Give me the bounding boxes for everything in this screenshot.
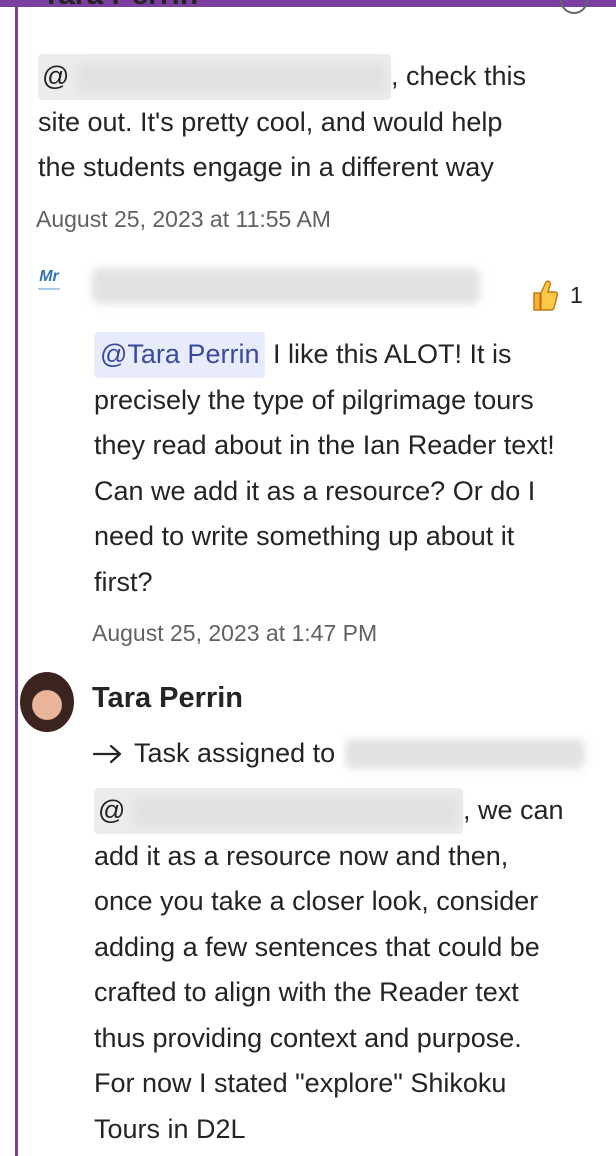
message-2-line-3: they read about in the Ian Reader text! <box>94 430 555 460</box>
redacted-author-name <box>92 268 480 304</box>
message-2-timestamp: August 25, 2023 at 1:47 PM <box>92 620 378 646</box>
message-2-line-6: first? <box>94 566 153 597</box>
redacted-assignee <box>345 738 586 769</box>
task-assignment: Task assigned to <box>92 738 586 769</box>
reaction-add-icon[interactable] <box>560 0 588 14</box>
mention-chip[interactable]: @ <box>94 788 463 834</box>
message-2-line-2: precisely the type of pilgrimage tours <box>94 384 534 415</box>
task-label: Task assigned to <box>134 738 336 768</box>
message-1-line-3: the students engage in a different way <box>38 152 494 182</box>
message-3-line-5: crafted to align with the Reader text <box>94 977 519 1007</box>
redacted-name <box>76 62 387 93</box>
message-2-line-5: need to write something up about it <box>94 521 515 551</box>
message-3-line-7: For now I stated "explore" Shikoku <box>94 1068 507 1098</box>
message-1-line-2: site out. It's pretty cool, and would he… <box>38 106 503 137</box>
clipped-author-name: Tara Perrin <box>42 0 198 12</box>
message-2-body: @Tara Perrin I like this ALOT! It is pre… <box>94 332 555 605</box>
message-3-line-2: add it as a resource now and then, <box>94 840 509 871</box>
message-3-line-4: adding a few sentences that could be <box>94 931 540 962</box>
message-2-line-4: Can we add it as a resource? Or do I <box>94 475 536 506</box>
message-1-body: @ , check this site out. It's pretty coo… <box>38 54 526 191</box>
reaction-count: 1 <box>570 281 583 308</box>
message-3-line-6: thus providing context and purpose. <box>94 1022 522 1053</box>
message-2-line-1: @Tara Perrin I like this ALOT! It is <box>94 332 555 378</box>
window-left-border <box>15 0 18 1156</box>
reaction-badge[interactable]: 1 <box>530 278 583 312</box>
author-name: Tara Perrin <box>92 682 243 714</box>
arrow-right-icon <box>92 744 122 763</box>
message-3-body: @ , we can add it as a resource now and … <box>94 788 564 1152</box>
school-logo-icon[interactable]: Mr ━━━━━━ <box>26 268 72 308</box>
avatar[interactable] <box>20 672 74 732</box>
thumbs-up-icon <box>533 280 559 311</box>
message-1-line-1: @ , check this <box>38 54 526 100</box>
message-3-line-8: Tours in D2L <box>94 1113 246 1144</box>
mention-chip[interactable]: @ <box>38 54 391 100</box>
message-1-timestamp: August 25, 2023 at 11:55 AM <box>36 206 331 232</box>
mention-tara-perrin[interactable]: @Tara Perrin <box>94 332 266 378</box>
message-3-line-1: @ , we can <box>94 788 564 834</box>
redacted-name <box>132 796 459 827</box>
message-3-line-3: once you take a closer look, consider <box>94 886 539 916</box>
